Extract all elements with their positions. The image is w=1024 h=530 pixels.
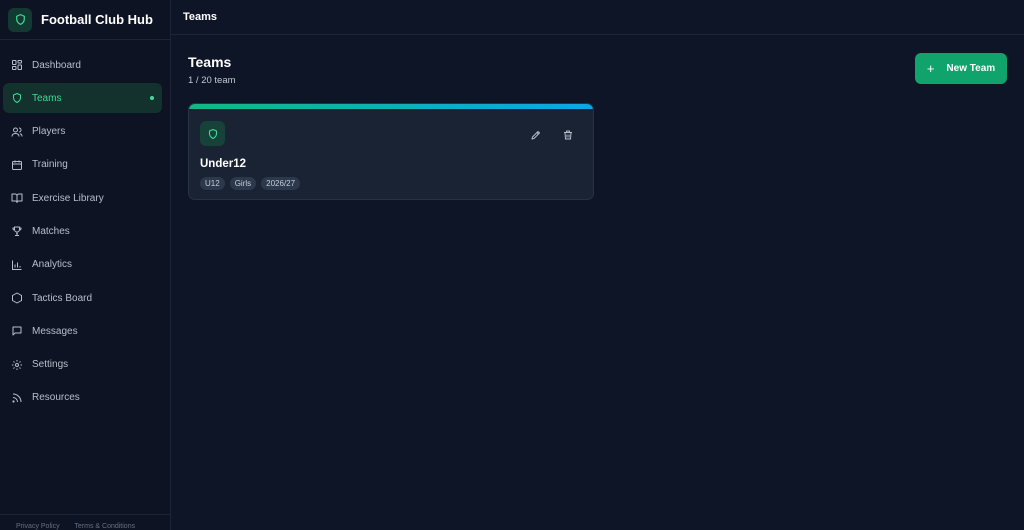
sidebar-item-settings[interactable]: Settings [3, 350, 162, 380]
shield-icon [8, 7, 32, 32]
team-name: Under12 [200, 158, 247, 170]
calendar-icon [11, 159, 23, 171]
sidebar-item-dashboard[interactable]: Dashboard [3, 50, 162, 80]
team-count: 1 / 20 team [188, 75, 236, 86]
privacy-policy-link[interactable]: Privacy Policy [16, 523, 60, 530]
page-content: Teams 1 / 20 team + New Team Under12 U12… [171, 35, 1024, 200]
sidebar-item-tactics-board[interactable]: Tactics Board [3, 283, 162, 313]
app-root: Football Club Hub Dashboard Teams Player… [0, 0, 1024, 530]
shield-icon [200, 121, 225, 146]
sidebar-item-messages[interactable]: Messages [3, 316, 162, 346]
sidebar-item-label: Players [32, 126, 66, 138]
sidebar-item-label: Training [32, 159, 68, 171]
sidebar-item-resources[interactable]: Resources [3, 383, 162, 413]
app-title: Football Club Hub [41, 12, 153, 27]
sidebar-item-matches[interactable]: Matches [3, 216, 162, 246]
sidebar-item-label: Exercise Library [32, 192, 104, 204]
sidebar-item-label: Teams [32, 92, 62, 104]
tag-season: 2026/27 [261, 177, 301, 190]
sidebar-item-label: Tactics Board [32, 292, 93, 304]
tag-age-group: U12 [200, 177, 225, 190]
dashboard-icon [11, 59, 23, 71]
rss-icon [11, 392, 23, 404]
team-card[interactable]: Under12 U12 Girls 2026/27 [188, 103, 594, 200]
sidebar-item-label: Settings [32, 359, 69, 371]
bar-chart-icon [11, 259, 23, 271]
sidebar-item-label: Resources [32, 392, 80, 404]
brand[interactable]: Football Club Hub [0, 0, 170, 40]
sidebar-nav: Dashboard Teams Players Training Exercis… [0, 40, 170, 413]
new-team-button[interactable]: + New Team [915, 53, 1007, 84]
sidebar-item-label: Messages [32, 325, 78, 337]
trash-icon[interactable] [559, 128, 577, 142]
topbar: Teams [171, 0, 1024, 35]
main-area: Teams Teams 1 / 20 team + New Team Under… [171, 0, 1024, 530]
tag-gender: Girls [229, 177, 257, 190]
page-title: Teams [188, 54, 232, 70]
terms-link[interactable]: Terms & Conditions [74, 523, 135, 530]
pencil-icon[interactable] [527, 128, 545, 142]
trophy-icon [11, 225, 23, 237]
shield-icon [11, 92, 23, 104]
topbar-title: Teams [183, 11, 218, 23]
sidebar-item-label: Dashboard [32, 59, 81, 71]
sidebar-item-label: Analytics [32, 259, 73, 271]
team-tags: U12 Girls 2026/27 [200, 177, 301, 190]
gear-icon [11, 359, 23, 371]
plus-icon: + [926, 61, 935, 76]
sidebar-item-analytics[interactable]: Analytics [3, 250, 162, 280]
book-icon [11, 192, 23, 204]
card-actions [527, 128, 577, 142]
sidebar-item-players[interactable]: Players [3, 117, 162, 147]
new-team-button-label: New Team [946, 63, 996, 74]
sidebar-item-label: Matches [32, 225, 70, 237]
card-accent-strip [189, 104, 593, 109]
sidebar-item-exercise-library[interactable]: Exercise Library [3, 183, 162, 213]
sidebar-item-training[interactable]: Training [3, 150, 162, 180]
hexagon-icon [11, 292, 23, 304]
sidebar-footer: Privacy Policy Terms & Conditions [0, 514, 170, 530]
sidebar-item-teams[interactable]: Teams [3, 83, 162, 114]
users-icon [11, 126, 23, 138]
message-icon [11, 325, 23, 337]
active-indicator-dot [150, 96, 154, 101]
sidebar: Football Club Hub Dashboard Teams Player… [0, 0, 171, 530]
